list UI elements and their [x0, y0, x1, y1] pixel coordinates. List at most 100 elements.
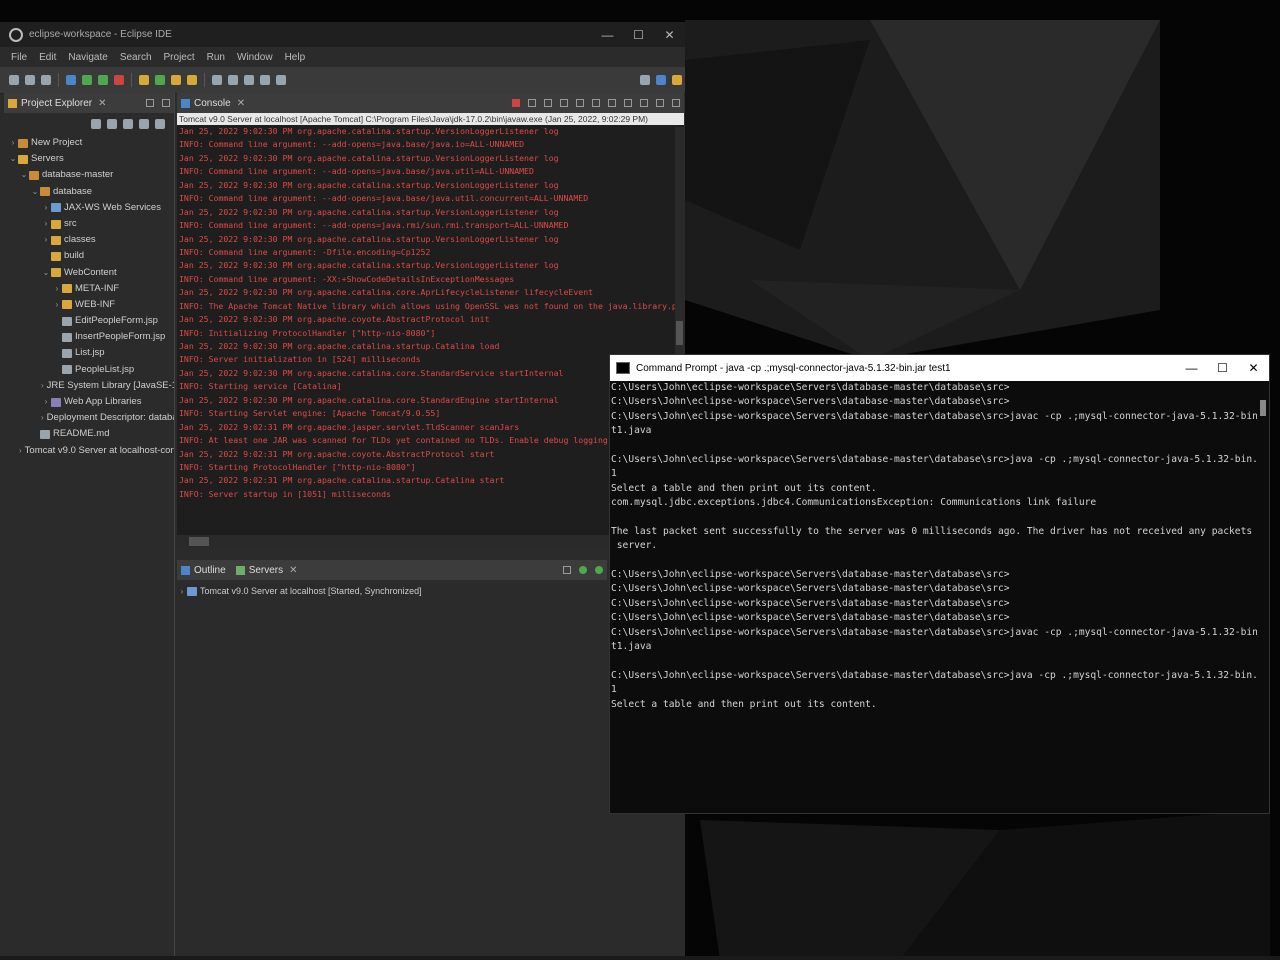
- new-class-icon[interactable]: [155, 75, 165, 85]
- open-console-icon[interactable]: [640, 99, 648, 107]
- minimize-icon[interactable]: —: [1176, 361, 1207, 375]
- open-type-icon[interactable]: [171, 75, 181, 85]
- search-tool-icon[interactable]: [187, 75, 197, 85]
- minimize-view-icon[interactable]: [563, 566, 571, 574]
- collapse-all-icon[interactable]: [91, 119, 101, 129]
- tree-caret-icon[interactable]: ›: [41, 200, 51, 216]
- prev-annotation-icon[interactable]: [228, 75, 238, 85]
- tree-item[interactable]: › classes: [4, 232, 174, 248]
- maximize-icon[interactable]: ☐: [623, 28, 654, 42]
- maximize-view-icon[interactable]: [162, 99, 170, 107]
- menu-help[interactable]: Help: [285, 52, 306, 63]
- tree-caret-icon[interactable]: ›: [41, 216, 51, 232]
- tree-caret-icon[interactable]: ⌄: [41, 265, 51, 281]
- tree-item[interactable]: ⌄ database: [4, 184, 174, 200]
- tree-item[interactable]: README.md: [4, 426, 174, 442]
- close-tab-icon[interactable]: ✕: [237, 98, 245, 109]
- tree-item[interactable]: PeopleList.jsp: [4, 362, 174, 378]
- maximize-icon[interactable]: ☐: [1207, 361, 1238, 375]
- server-row[interactable]: › Tomcat v9.0 Server at localhost [Start…: [177, 586, 607, 596]
- menu-edit[interactable]: Edit: [39, 52, 56, 63]
- menu-search[interactable]: Search: [120, 52, 152, 63]
- stop-icon[interactable]: [114, 75, 124, 85]
- new-icon[interactable]: [9, 75, 19, 85]
- tree-caret-icon[interactable]: ›: [41, 232, 51, 248]
- remove-launch-icon[interactable]: [528, 99, 536, 107]
- tree-caret-icon[interactable]: ›: [19, 443, 22, 459]
- tree-item[interactable]: › Tomcat v9.0 Server at localhost-config: [4, 443, 174, 459]
- close-tab-icon[interactable]: ✕: [289, 565, 297, 576]
- scroll-lock-icon[interactable]: [576, 99, 584, 107]
- tree-item[interactable]: › Web App Libraries: [4, 394, 174, 410]
- tree-caret-icon[interactable]: ⌄: [19, 167, 29, 183]
- cmd-output[interactable]: C:\Users\John\eclipse-workspace\Servers\…: [610, 381, 1269, 806]
- tree-item[interactable]: › JRE System Library [JavaSE-15]: [4, 378, 174, 394]
- tree-item[interactable]: EditPeopleForm.jsp: [4, 313, 174, 329]
- tree-item[interactable]: › WEB-INF: [4, 297, 174, 313]
- back-icon[interactable]: [244, 75, 254, 85]
- tree-item[interactable]: › META-INF: [4, 281, 174, 297]
- pin-icon[interactable]: [276, 75, 286, 85]
- tree-caret-icon[interactable]: ›: [41, 410, 44, 426]
- tree-item[interactable]: › src: [4, 216, 174, 232]
- save-icon[interactable]: [25, 75, 35, 85]
- tab-project-explorer[interactable]: Project Explorer ✕: [4, 93, 174, 113]
- tree-item[interactable]: InsertPeopleForm.jsp: [4, 329, 174, 345]
- tree-item[interactable]: › New Project: [4, 135, 174, 151]
- minimize-view-icon[interactable]: [146, 99, 154, 107]
- perspective-icon[interactable]: [656, 75, 666, 85]
- minimize-icon[interactable]: —: [592, 28, 623, 42]
- console-output[interactable]: Jan 25, 2022 9:02:30 PM org.apache.catal…: [177, 125, 684, 512]
- tree-item[interactable]: › Deployment Descriptor: database: [4, 410, 174, 426]
- tree-caret-icon[interactable]: ›: [41, 378, 44, 394]
- maximize-view-icon[interactable]: [672, 99, 680, 107]
- tree-item[interactable]: ⌄ Servers: [4, 151, 174, 167]
- display-console-icon[interactable]: [624, 99, 632, 107]
- console-horizontal-scrollbar[interactable]: [177, 535, 684, 548]
- filter-icon[interactable]: [123, 119, 133, 129]
- expand-caret-icon[interactable]: ›: [177, 587, 187, 596]
- start-server-icon[interactable]: [579, 566, 587, 574]
- tree-caret-icon[interactable]: ›: [52, 297, 62, 313]
- new-java-project-icon[interactable]: [139, 75, 149, 85]
- word-wrap-icon[interactable]: [592, 99, 600, 107]
- menu-navigate[interactable]: Navigate: [68, 52, 107, 63]
- menu-run[interactable]: Run: [207, 52, 225, 63]
- cmd-scrollbar[interactable]: [1257, 382, 1269, 812]
- tree-caret-icon[interactable]: ›: [52, 281, 62, 297]
- focus-icon[interactable]: [139, 119, 149, 129]
- tree-item[interactable]: › JAX-WS Web Services: [4, 200, 174, 216]
- save-all-icon[interactable]: [41, 75, 51, 85]
- tree-caret-icon[interactable]: ›: [41, 394, 51, 410]
- tab-outline[interactable]: Outline: [194, 565, 226, 576]
- close-icon[interactable]: ✕: [1238, 361, 1269, 375]
- clear-console-icon[interactable]: [560, 99, 568, 107]
- run-icon[interactable]: [82, 75, 92, 85]
- tab-console[interactable]: Console ✕: [177, 93, 684, 113]
- tree-item[interactable]: ⌄ database-master: [4, 167, 174, 183]
- minimize-view-icon[interactable]: [656, 99, 664, 107]
- tree-item[interactable]: ⌄ WebContent: [4, 265, 174, 281]
- close-icon[interactable]: ✕: [654, 28, 685, 42]
- tree-caret-icon[interactable]: ⌄: [8, 151, 18, 167]
- view-menu-icon[interactable]: [155, 119, 165, 129]
- debug-icon[interactable]: [66, 75, 76, 85]
- tree-caret-icon[interactable]: ›: [8, 135, 18, 151]
- publish-icon[interactable]: [595, 566, 603, 574]
- terminate-icon[interactable]: [512, 99, 520, 107]
- close-tab-icon[interactable]: ✕: [98, 98, 106, 109]
- forward-icon[interactable]: [260, 75, 270, 85]
- pin-console-icon[interactable]: [608, 99, 616, 107]
- menu-project[interactable]: Project: [164, 52, 195, 63]
- java-ee-perspective-icon[interactable]: [672, 75, 682, 85]
- search-icon[interactable]: [640, 75, 650, 85]
- tree-item[interactable]: build: [4, 248, 174, 264]
- tree-item[interactable]: List.jsp: [4, 345, 174, 361]
- link-editor-icon[interactable]: [107, 119, 117, 129]
- menu-window[interactable]: Window: [237, 52, 273, 63]
- remove-all-icon[interactable]: [544, 99, 552, 107]
- tab-servers[interactable]: Servers: [249, 565, 283, 576]
- tree-caret-icon[interactable]: ⌄: [30, 184, 40, 200]
- menu-file[interactable]: File: [11, 52, 27, 63]
- run-external-icon[interactable]: [98, 75, 108, 85]
